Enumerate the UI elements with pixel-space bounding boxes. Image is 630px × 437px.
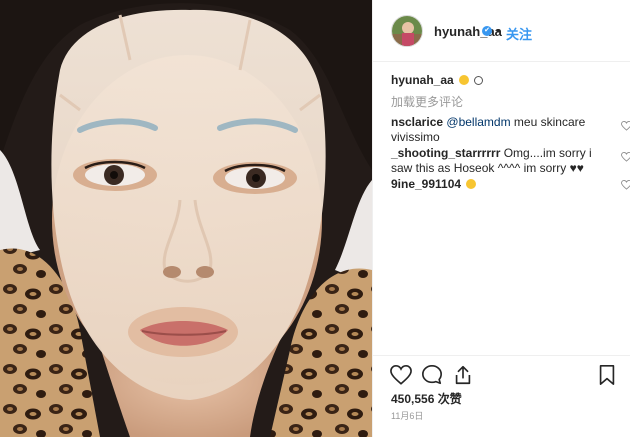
bookmark-icon[interactable] <box>596 364 618 386</box>
comment-item: nsclarice @bellamdm meu skincare vivissi… <box>391 115 601 145</box>
comment-username[interactable]: nsclarice <box>391 115 443 129</box>
speech-bubble-icon[interactable] <box>421 364 443 386</box>
post-date[interactable]: 11月6日 <box>391 409 423 422</box>
selfie-sheet-mask-image <box>0 0 372 437</box>
comment-mention-link[interactable]: @bellamdm <box>446 115 510 129</box>
avatar-image <box>392 16 422 46</box>
post-caption: hyunah_aa <box>391 73 484 87</box>
follow-button[interactable]: 关注 <box>506 24 532 43</box>
comment-like-heart-icon[interactable] <box>621 121 630 131</box>
heart-outline-icon[interactable] <box>390 364 412 386</box>
comment-like-heart-icon[interactable] <box>621 180 630 190</box>
share-upload-icon[interactable] <box>452 364 474 386</box>
post-header: hyunah_aa ✔ • 关注 <box>373 0 630 62</box>
slightly-frowning-face-icon <box>459 75 470 85</box>
separator-dot: • <box>496 23 501 38</box>
comment-like-heart-icon[interactable] <box>621 152 630 162</box>
post-sidebar: hyunah_aa ✔ • 关注 hyunah_aa 加载更多评论 nsclar… <box>372 0 630 437</box>
load-more-comments-button[interactable]: 加载更多评论 <box>391 93 463 110</box>
comment-username[interactable]: _shooting_starrrrrr <box>391 146 500 160</box>
comment-item: _shooting_starrrrrr Omg....im sorry i sa… <box>391 146 601 176</box>
post-photo[interactable] <box>0 0 372 437</box>
heart-eyes-face-icon <box>466 179 477 189</box>
caption-username[interactable]: hyunah_aa <box>391 73 454 87</box>
smiling-face-icon <box>474 76 484 85</box>
post-actions: 450,556 次赞 11月6日 <box>373 355 630 437</box>
like-count[interactable]: 450,556 次赞 <box>391 390 462 407</box>
verified-badge-icon: ✔ <box>482 26 492 36</box>
comment-username[interactable]: 9ine_991104 <box>391 177 461 191</box>
comment-item: 9ine_991104 <box>391 177 601 192</box>
avatar[interactable] <box>391 15 423 47</box>
